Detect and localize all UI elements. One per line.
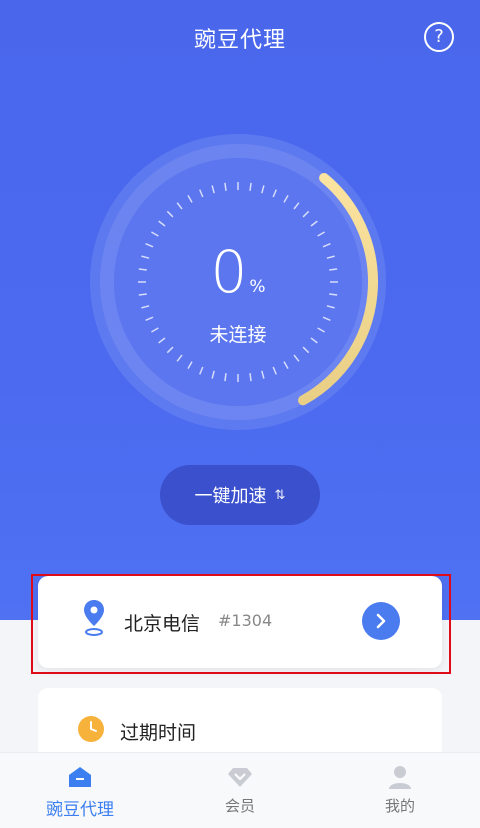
selection-highlight xyxy=(31,574,451,674)
user-icon xyxy=(389,766,411,789)
tab-home[interactable]: 豌豆代理 xyxy=(0,753,160,828)
percent-value: 0 xyxy=(210,238,248,306)
hero-panel: 豌豆代理 ? 0% 未连接 一键加速 ⇅ xyxy=(0,0,480,620)
gauge-tick xyxy=(249,182,252,191)
page-title: 豌豆代理 xyxy=(193,28,286,53)
gauge-tick xyxy=(224,182,227,191)
expire-label: 过期时间 xyxy=(120,722,197,744)
tab-mine-label: 我的 xyxy=(384,797,415,815)
boost-label: 一键加速 xyxy=(194,486,267,507)
bottom-tab-bar: 豌豆代理 会员 我的 xyxy=(0,752,480,828)
gauge-tick xyxy=(249,373,252,382)
tab-mine[interactable]: 我的 xyxy=(320,753,480,828)
tab-member-label: 会员 xyxy=(224,797,255,815)
percent-unit: % xyxy=(249,277,266,297)
clock-icon xyxy=(78,716,104,742)
tab-member[interactable]: 会员 xyxy=(160,753,320,828)
transfer-icon: ⇅ xyxy=(274,487,286,503)
boost-button[interactable]: 一键加速 ⇅ xyxy=(160,465,320,525)
speed-gauge: 0% 未连接 xyxy=(86,130,390,434)
gauge-tick xyxy=(224,373,227,382)
diamond-icon xyxy=(228,768,252,787)
tab-home-label: 豌豆代理 xyxy=(46,800,114,820)
connection-status: 未连接 xyxy=(209,324,267,346)
percent-readout: 0% xyxy=(86,242,390,302)
help-icon[interactable]: ? xyxy=(424,22,454,52)
home-icon xyxy=(69,767,91,787)
